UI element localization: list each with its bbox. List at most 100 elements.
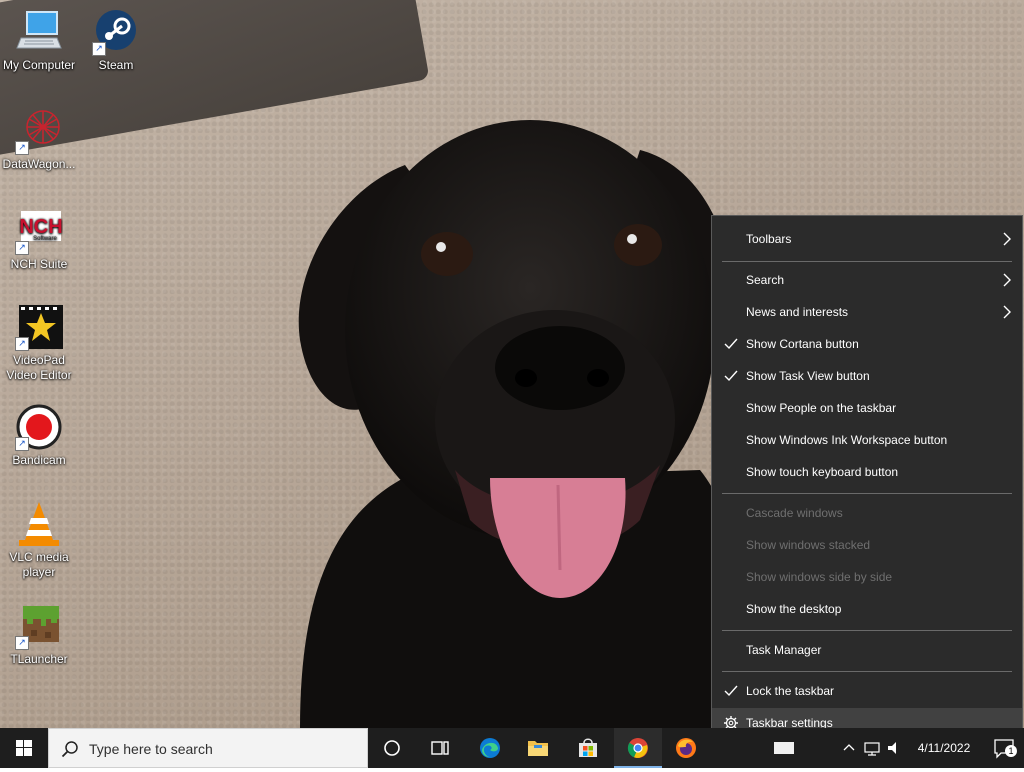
desktop-icon-label: VLC media player — [9, 550, 69, 579]
menu-separator — [722, 261, 1012, 262]
desktop-icon-steam[interactable]: ↗ Steam — [77, 8, 155, 73]
desktop-icon-datawagon[interactable]: ↗ DataWagon... — [0, 107, 78, 172]
menu-item-show-windows-stacked: Show windows stacked — [712, 530, 1022, 560]
shortcut-arrow-icon: ↗ — [15, 636, 29, 650]
desktop-icon-bandicam[interactable]: ↗ Bandicam — [0, 403, 78, 468]
checkmark-icon — [724, 685, 738, 697]
menu-item-show-windows-ink[interactable]: Show Windows Ink Workspace button — [712, 425, 1022, 455]
chevron-right-icon — [1003, 273, 1011, 287]
tray-network-button[interactable] — [860, 728, 884, 768]
taskbar-app-chrome[interactable] — [614, 728, 662, 768]
taskbar-app-edge[interactable] — [466, 728, 514, 768]
taskbar-app-store[interactable] — [564, 728, 612, 768]
taskbar-app-firefox[interactable] — [662, 728, 710, 768]
menu-item-search[interactable]: Search — [712, 265, 1022, 295]
menu-item-label: Task Manager — [746, 643, 822, 657]
desktop-icon-label: VideoPad Video Editor — [6, 353, 72, 382]
tray-clock[interactable]: 4/11/2022 — [904, 728, 984, 768]
checkmark-icon — [724, 338, 738, 350]
taskbar-search-box[interactable] — [48, 728, 368, 769]
menu-item-show-people[interactable]: Show People on the taskbar — [712, 393, 1022, 423]
task-view-button[interactable] — [416, 728, 464, 768]
shortcut-arrow-icon: ↗ — [15, 241, 29, 255]
notification-count-badge: 1 — [1005, 745, 1017, 757]
chevron-right-icon — [1003, 305, 1011, 319]
menu-item-show-touch-keyboard[interactable]: Show touch keyboard button — [712, 457, 1022, 487]
bandicam-icon: ↗ — [15, 403, 63, 451]
volume-icon — [888, 742, 896, 754]
shortcut-arrow-icon: ↗ — [15, 337, 29, 351]
menu-item-show-task-view-button[interactable]: Show Task View button — [712, 361, 1022, 391]
file-explorer-icon — [528, 741, 548, 756]
chevron-up-icon — [843, 744, 855, 751]
desktop-icon-videopad[interactable]: ↗ VideoPad Video Editor — [0, 303, 78, 383]
menu-item-label: Show Cortana button — [746, 337, 859, 351]
menu-item-label: News and interests — [746, 305, 849, 319]
start-button[interactable] — [0, 728, 48, 768]
nch-icon: NCH Software ↗ — [15, 207, 63, 255]
desktop-icon-label: NCH Suite — [10, 257, 68, 271]
menu-item-label: Show Windows Ink Workspace button — [746, 433, 948, 447]
chrome-icon — [627, 738, 648, 758]
menu-item-show-cortana-button[interactable]: Show Cortana button — [712, 329, 1022, 359]
taskbar-context-menu: Toolbars Search News and interests Show … — [711, 215, 1023, 746]
menu-item-label: Show windows side by side — [746, 570, 893, 584]
desktop-icon-label: My Computer — [2, 58, 76, 72]
menu-item-cascade-windows: Cascade windows — [712, 498, 1022, 528]
datawagon-icon: ↗ — [15, 107, 63, 155]
menu-item-show-windows-side-by-side: Show windows side by side — [712, 562, 1022, 592]
desktop-icon-label: TLauncher — [10, 652, 68, 666]
taskbar[interactable]: 4/11/2022 1 — [0, 728, 1024, 769]
menu-item-lock-the-taskbar[interactable]: Lock the taskbar — [712, 676, 1022, 706]
menu-item-label: Show windows stacked — [746, 538, 871, 552]
desktop-icon-vlc[interactable]: VLC media player — [0, 500, 78, 580]
network-icon — [864, 742, 880, 756]
menu-item-label: Show the desktop — [746, 602, 842, 616]
menu-item-task-manager[interactable]: Task Manager — [712, 635, 1022, 665]
videopad-icon: ↗ — [15, 303, 63, 351]
cortana-icon — [384, 740, 400, 756]
menu-separator — [722, 630, 1012, 631]
shortcut-arrow-icon: ↗ — [15, 141, 29, 155]
edge-icon — [480, 738, 500, 758]
menu-item-label: Lock the taskbar — [746, 684, 835, 698]
taskbar-app-file-explorer[interactable] — [514, 728, 562, 768]
menu-item-label: Show People on the taskbar — [746, 401, 897, 415]
menu-item-label: Cascade windows — [746, 506, 843, 520]
search-icon — [61, 741, 78, 758]
chevron-right-icon — [1003, 232, 1011, 246]
action-center-button[interactable]: 1 — [984, 728, 1024, 768]
menu-item-label: Search — [746, 273, 785, 287]
menu-item-show-the-desktop[interactable]: Show the desktop — [712, 594, 1022, 624]
menu-item-label: Toolbars — [746, 232, 792, 246]
menu-item-toolbars[interactable]: Toolbars — [712, 224, 1022, 254]
task-view-icon — [431, 741, 449, 755]
computer-icon — [15, 8, 63, 56]
window-icon — [774, 742, 794, 754]
firefox-icon — [676, 738, 696, 758]
desktop-icon-label: DataWagon... — [2, 157, 76, 171]
checkmark-icon — [724, 370, 738, 382]
desktop-icon-my-computer[interactable]: My Computer — [0, 8, 78, 73]
desktop-icon-label: Steam — [98, 58, 134, 72]
steam-icon: ↗ — [92, 8, 140, 56]
store-icon — [579, 738, 597, 757]
menu-separator — [722, 671, 1012, 672]
tray-date: 4/11/2022 — [917, 741, 971, 755]
menu-item-news-and-interests[interactable]: News and interests — [712, 297, 1022, 327]
vlc-icon — [15, 500, 63, 548]
desktop-icon-nch-suite[interactable]: NCH Software ↗ NCH Suite — [0, 207, 78, 272]
desktop-icon-tlauncher[interactable]: ↗ TLauncher — [0, 602, 78, 667]
tray-overflow-button[interactable] — [838, 728, 860, 768]
menu-item-label: Show Task View button — [746, 369, 870, 383]
cortana-button[interactable] — [368, 728, 416, 768]
tray-volume-button[interactable] — [884, 728, 904, 768]
shortcut-arrow-icon: ↗ — [15, 437, 29, 451]
windows-logo-icon — [16, 740, 32, 756]
tlauncher-icon: ↗ — [15, 602, 63, 650]
menu-item-label: Show touch keyboard button — [746, 465, 899, 479]
taskbar-app-window[interactable] — [764, 728, 804, 768]
search-input[interactable] — [87, 729, 361, 769]
desktop-icon-label: Bandicam — [12, 453, 66, 467]
svg-text:Software: Software — [33, 236, 57, 242]
